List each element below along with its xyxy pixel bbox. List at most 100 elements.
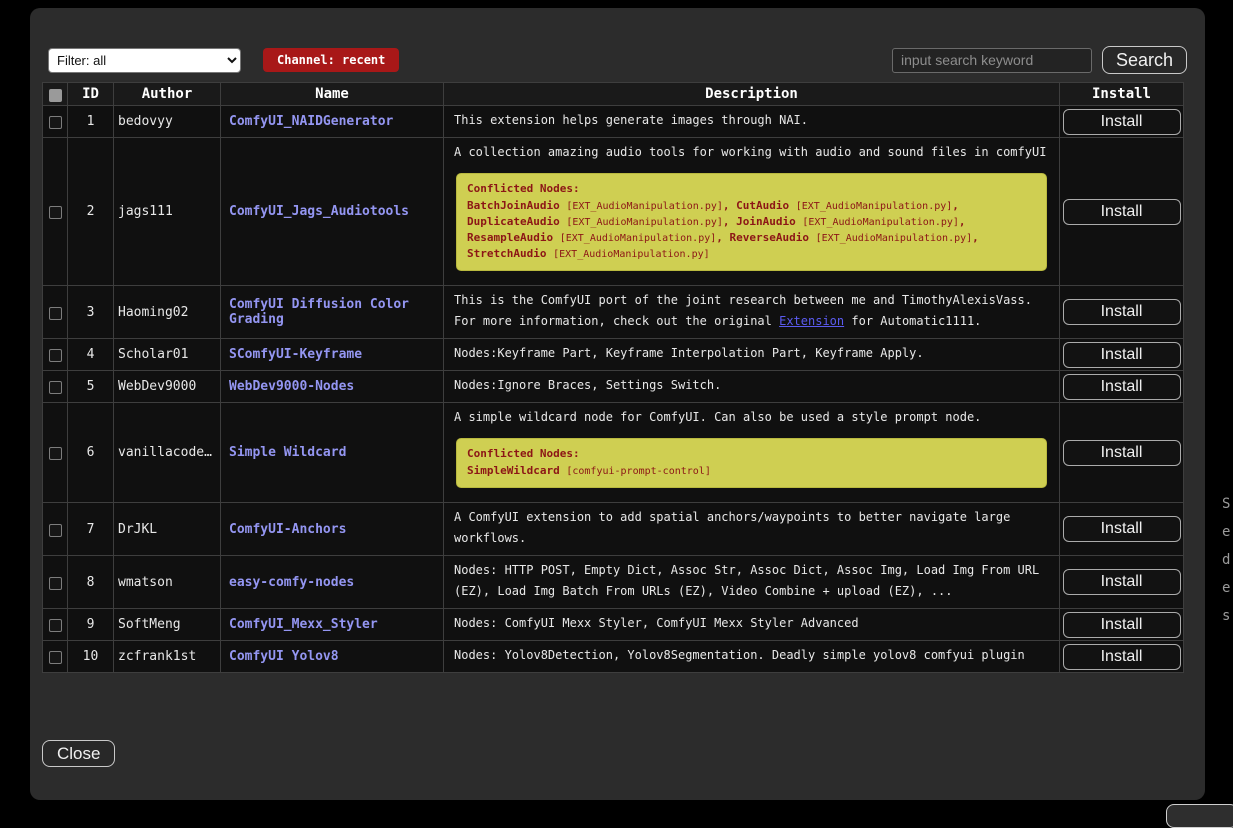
conflict-box: Conflicted Nodes: BatchJoinAudio [EXT_Au… xyxy=(456,173,1047,271)
select-all-checkbox[interactable] xyxy=(49,89,62,102)
row-description: A ComfyUI extension to add spatial ancho… xyxy=(444,503,1060,556)
row-author: vanillacode… xyxy=(114,403,221,503)
description-text: for Automatic1111. xyxy=(844,314,981,328)
description-text: Nodes: HTTP POST, Empty Dict, Assoc Str,… xyxy=(454,563,1039,598)
clipped-sidebar-text: d xyxy=(1222,552,1233,568)
row-checkbox[interactable] xyxy=(49,381,62,394)
row-id: 5 xyxy=(68,371,114,403)
table-header-row: ID Author Name Description Install xyxy=(43,83,1184,106)
header-author: Author xyxy=(114,83,221,106)
description-text: Nodes: Yolov8Detection, Yolov8Segmentati… xyxy=(454,648,1025,662)
conflict-source: [EXT_AudioManipulation.py] xyxy=(816,233,973,244)
channel-badge: Channel: recent xyxy=(263,48,399,72)
description-link[interactable]: Extension xyxy=(779,314,844,328)
row-checkbox[interactable] xyxy=(49,307,62,320)
row-id: 2 xyxy=(68,138,114,286)
row-name[interactable]: ComfyUI_NAIDGenerator xyxy=(221,106,444,138)
header-install: Install xyxy=(1060,83,1184,106)
filter-select[interactable]: Filter: all xyxy=(48,48,241,73)
install-button[interactable]: Install xyxy=(1063,516,1181,542)
row-name[interactable]: ComfyUI-Anchors xyxy=(221,503,444,556)
row-name[interactable]: ComfyUI Yolov8 xyxy=(221,641,444,673)
table-row: 8 wmatson easy-comfy-nodes Nodes: HTTP P… xyxy=(43,556,1184,609)
install-button[interactable]: Install xyxy=(1063,109,1181,135)
row-description: Nodes: HTTP POST, Empty Dict, Assoc Str,… xyxy=(444,556,1060,609)
install-button[interactable]: Install xyxy=(1063,342,1181,368)
table-row: 1 bedovyy ComfyUI_NAIDGenerator This ext… xyxy=(43,106,1184,138)
description-text: Nodes:Ignore Braces, Settings Switch. xyxy=(454,378,721,392)
row-name[interactable]: ComfyUI Diffusion Color Grading xyxy=(221,286,444,339)
row-checkbox[interactable] xyxy=(49,524,62,537)
row-checkbox[interactable] xyxy=(49,577,62,590)
row-checkbox[interactable] xyxy=(49,447,62,460)
row-author: jags111 xyxy=(114,138,221,286)
row-description: Nodes: ComfyUI Mexx Styler, ComfyUI Mexx… xyxy=(444,609,1060,641)
row-author: Scholar01 xyxy=(114,339,221,371)
description-text: A simple wildcard node for ComfyUI. Can … xyxy=(454,410,981,424)
conflict-node: JoinAudio xyxy=(736,215,796,228)
row-checkbox[interactable] xyxy=(49,619,62,632)
row-id: 3 xyxy=(68,286,114,339)
close-button[interactable]: Close xyxy=(42,740,115,767)
row-name[interactable]: Simple Wildcard xyxy=(221,403,444,503)
conflict-source: [EXT_AudioManipulation.py] xyxy=(560,233,717,244)
header-id: ID xyxy=(68,83,114,106)
conflict-node: StretchAudio xyxy=(467,247,546,260)
row-name[interactable]: SComfyUI-Keyframe xyxy=(221,339,444,371)
description-text: A ComfyUI extension to add spatial ancho… xyxy=(454,510,1010,545)
scroll-spacer xyxy=(42,673,1195,674)
table-row: 7 DrJKL ComfyUI-Anchors A ComfyUI extens… xyxy=(43,503,1184,556)
search-button[interactable]: Search xyxy=(1102,46,1187,74)
row-name[interactable]: easy-comfy-nodes xyxy=(221,556,444,609)
row-checkbox[interactable] xyxy=(49,349,62,362)
nodes-table: ID Author Name Description Install 1 bed… xyxy=(42,82,1184,673)
install-button[interactable]: Install xyxy=(1063,440,1181,466)
row-description: Nodes: Yolov8Detection, Yolov8Segmentati… xyxy=(444,641,1060,673)
row-checkbox[interactable] xyxy=(49,206,62,219)
conflict-source: [EXT_AudioManipulation.py] xyxy=(802,217,959,228)
row-id: 7 xyxy=(68,503,114,556)
row-author: SoftMeng xyxy=(114,609,221,641)
row-id: 4 xyxy=(68,339,114,371)
table-row: 2 jags111 ComfyUI_Jags_Audiotools A coll… xyxy=(43,138,1184,286)
install-button[interactable]: Install xyxy=(1063,644,1181,670)
row-id: 10 xyxy=(68,641,114,673)
table-row: 6 vanillacode… Simple Wildcard A simple … xyxy=(43,403,1184,503)
description-text: A collection amazing audio tools for wor… xyxy=(454,145,1046,159)
conflict-source: [EXT_AudioManipulation.py] xyxy=(566,217,723,228)
conflict-source: [EXT_AudioManipulation.py] xyxy=(796,201,953,212)
clipped-sidebar-text: s xyxy=(1222,608,1233,624)
row-author: bedovyy xyxy=(114,106,221,138)
row-description: A collection amazing audio tools for wor… xyxy=(444,138,1060,286)
row-description: This is the ComfyUI port of the joint re… xyxy=(444,286,1060,339)
conflict-items: SimpleWildcard [comfyui-prompt-control] xyxy=(467,463,1036,479)
row-author: WebDev9000 xyxy=(114,371,221,403)
install-button[interactable]: Install xyxy=(1063,299,1181,325)
conflict-source: [comfyui-prompt-control] xyxy=(566,466,711,477)
install-button[interactable]: Install xyxy=(1063,199,1181,225)
row-id: 9 xyxy=(68,609,114,641)
row-description: Nodes:Ignore Braces, Settings Switch. xyxy=(444,371,1060,403)
clipped-sidebar-strip: Sedes xyxy=(1222,496,1233,624)
install-button[interactable]: Install xyxy=(1063,612,1181,638)
row-author: zcfrank1st xyxy=(114,641,221,673)
conflict-node: ResampleAudio xyxy=(467,231,553,244)
nodes-table-scroll-area[interactable]: ID Author Name Description Install 1 bed… xyxy=(42,82,1195,674)
row-id: 1 xyxy=(68,106,114,138)
row-checkbox[interactable] xyxy=(49,116,62,129)
install-button[interactable]: Install xyxy=(1063,374,1181,400)
table-row: 3 Haoming02 ComfyUI Diffusion Color Grad… xyxy=(43,286,1184,339)
install-button[interactable]: Install xyxy=(1063,569,1181,595)
description-text: Nodes:Keyframe Part, Keyframe Interpolat… xyxy=(454,346,924,360)
clipped-sidebar-text: e xyxy=(1222,580,1233,596)
conflict-node: BatchJoinAudio xyxy=(467,199,560,212)
clipped-sidebar-text: e xyxy=(1222,524,1233,540)
search-input[interactable] xyxy=(892,48,1092,73)
row-checkbox[interactable] xyxy=(49,651,62,664)
row-name[interactable]: ComfyUI_Mexx_Styler xyxy=(221,609,444,641)
row-description: A simple wildcard node for ComfyUI. Can … xyxy=(444,403,1060,503)
row-name[interactable]: ComfyUI_Jags_Audiotools xyxy=(221,138,444,286)
row-name[interactable]: WebDev9000-Nodes xyxy=(221,371,444,403)
header-name: Name xyxy=(221,83,444,106)
conflict-node: ReverseAudio xyxy=(730,231,809,244)
